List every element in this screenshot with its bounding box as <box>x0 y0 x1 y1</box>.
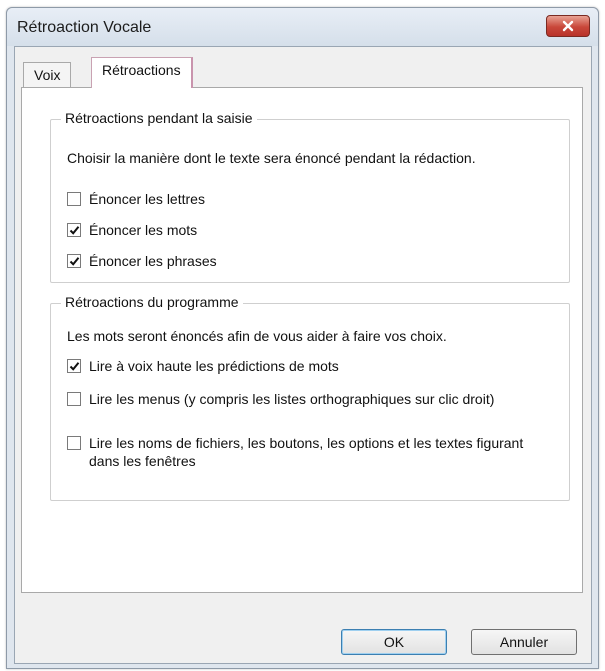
checkbox-read-predictions[interactable] <box>67 359 81 373</box>
tab-panel: Rétroactions pendant la saisie Choisir l… <box>21 87 583 593</box>
option-read-window-texts[interactable]: Lire les noms de fichiers, les boutons, … <box>67 434 553 470</box>
typing-feedback-group-title: Rétroactions pendant la saisie <box>61 110 257 126</box>
checkbox-read-menus[interactable] <box>67 392 81 406</box>
typing-feedback-group: Rétroactions pendant la saisie Choisir l… <box>50 110 570 283</box>
program-feedback-group: Rétroactions du programme Les mots seron… <box>50 294 570 501</box>
dialog-title: Rétroaction Vocale <box>17 19 152 36</box>
option-label: Énoncer les phrases <box>89 253 217 269</box>
option-speak-words[interactable]: Énoncer les mots <box>67 221 197 239</box>
checkmark-icon <box>69 257 80 266</box>
close-button[interactable] <box>546 15 590 37</box>
checkbox-speak-sentences[interactable] <box>67 254 81 268</box>
checkbox-read-window-texts[interactable] <box>67 436 81 450</box>
option-label: Lire les noms de fichiers, les boutons, … <box>89 435 524 469</box>
program-feedback-group-title: Rétroactions du programme <box>61 294 243 310</box>
checkmark-icon <box>69 226 80 235</box>
close-icon <box>562 20 574 32</box>
option-label: Énoncer les mots <box>89 222 198 238</box>
checkbox-speak-letters[interactable] <box>67 192 81 206</box>
tab-strip: Voix Rétroactions <box>21 57 581 88</box>
program-feedback-description: Les mots seront énoncés afin de vous aid… <box>67 328 447 344</box>
checkbox-speak-words[interactable] <box>67 223 81 237</box>
tab-retroactions-label: Rétroactions <box>102 62 181 78</box>
option-label: Lire les menus (y compris les listes ort… <box>89 391 495 407</box>
title-bar[interactable]: Rétroaction Vocale <box>7 8 598 46</box>
option-read-menus[interactable]: Lire les menus (y compris les listes ort… <box>67 390 553 408</box>
ok-button[interactable]: OK <box>341 629 447 655</box>
checkmark-icon <box>69 362 80 371</box>
dialog-window: Rétroaction Vocale Voix Rétroactions Rét… <box>6 7 599 669</box>
option-label: Énoncer les lettres <box>89 191 205 207</box>
tab-retroactions[interactable]: Rétroactions <box>91 57 193 88</box>
option-speak-letters[interactable]: Énoncer les lettres <box>67 190 205 208</box>
tab-voix[interactable]: Voix <box>23 62 72 87</box>
cancel-button[interactable]: Annuler <box>471 629 577 655</box>
option-label: Lire à voix haute les prédictions de mot… <box>89 358 339 374</box>
typing-feedback-description: Choisir la manière dont le texte sera én… <box>67 150 476 166</box>
dialog-client-area: Voix Rétroactions Rétroactions pendant l… <box>14 46 592 664</box>
option-speak-sentences[interactable]: Énoncer les phrases <box>67 252 217 270</box>
option-read-predictions[interactable]: Lire à voix haute les prédictions de mot… <box>67 357 547 375</box>
tab-voix-label: Voix <box>34 67 61 83</box>
